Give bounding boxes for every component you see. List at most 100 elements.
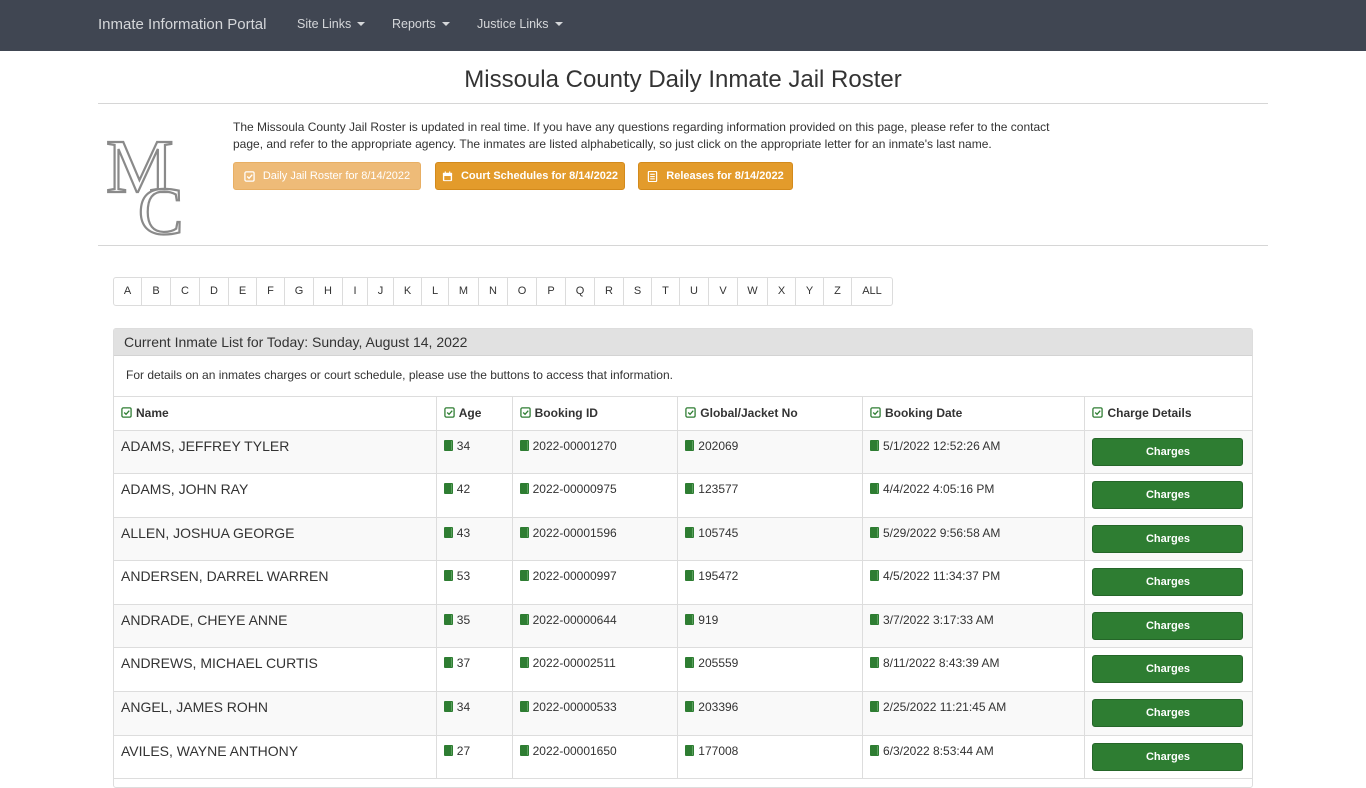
letter-link[interactable]: R xyxy=(595,278,624,305)
jacket-cell: 105745 xyxy=(677,517,863,562)
letter-link[interactable]: F xyxy=(257,278,285,305)
column-header[interactable]: Booking ID xyxy=(512,397,679,431)
letter-link[interactable]: Y xyxy=(796,278,824,305)
book-icon xyxy=(443,657,453,669)
jacket-value: 203396 xyxy=(698,700,739,715)
letter-link[interactable]: P xyxy=(537,278,566,305)
table-row: ANDRADE, CHEYE ANNE 35 2022-00000644 919… xyxy=(114,604,1252,649)
age-cell: 43 xyxy=(436,517,513,562)
court-schedules-label: Court Schedules for 8/14/2022 xyxy=(460,170,619,182)
age-cell: 35 xyxy=(436,604,513,649)
brand-link[interactable]: Inmate Information Portal xyxy=(98,16,266,33)
age-value: 53 xyxy=(456,569,471,584)
book-icon xyxy=(519,570,529,582)
letter-link[interactable]: T xyxy=(652,278,680,305)
letter-link[interactable]: X xyxy=(768,278,796,305)
charges-button[interactable]: Charges xyxy=(1092,481,1244,510)
letter-link[interactable]: J xyxy=(368,278,394,305)
svg-text:C: C xyxy=(138,173,183,240)
nav-site-links[interactable]: Site Links xyxy=(297,17,366,31)
booking-id-cell: 2022-00001596 xyxy=(512,517,679,562)
charges-button[interactable]: Charges xyxy=(1092,437,1244,466)
check-square-icon xyxy=(519,407,531,418)
nav-reports-label: Reports xyxy=(392,17,436,31)
intro-line: The Missoula County Jail Roster is updat… xyxy=(233,120,1050,134)
letter-link[interactable]: B xyxy=(142,278,171,305)
nav-justice-links[interactable]: Justice Links xyxy=(477,17,563,31)
letter-link[interactable]: D xyxy=(200,278,229,305)
book-icon xyxy=(685,657,695,669)
book-icon xyxy=(519,483,529,495)
inmate-name: ADAMS, JEFFREY TYLER xyxy=(114,430,437,475)
charges-button[interactable]: Charges xyxy=(1092,611,1244,640)
booking-id-value: 2022-00000644 xyxy=(532,612,617,627)
inmate-name: ADAMS, JOHN RAY xyxy=(114,473,437,518)
letter-link[interactable]: I xyxy=(343,278,368,305)
age-value: 34 xyxy=(456,700,471,715)
charge-cell: Charges xyxy=(1084,473,1252,518)
daily-roster-button[interactable]: Daily Jail Roster for 8/14/2022 xyxy=(233,162,421,190)
column-header-label: Name xyxy=(136,406,169,421)
letter-link[interactable]: E xyxy=(229,278,257,305)
book-icon xyxy=(443,439,453,451)
letter-link[interactable]: N xyxy=(479,278,508,305)
book-icon xyxy=(685,439,695,451)
jacket-cell: 202069 xyxy=(677,430,863,475)
column-header-label: Booking Date xyxy=(884,406,963,421)
book-icon xyxy=(685,570,695,582)
inmate-name: ANDREWS, MICHAEL CURTIS xyxy=(114,647,437,693)
letter-link[interactable]: Z xyxy=(824,278,852,305)
book-icon xyxy=(869,701,879,713)
letter-link[interactable]: Q xyxy=(566,278,595,305)
booking-id-cell: 2022-00000533 xyxy=(512,691,679,736)
panel-heading: Current Inmate List for Today: Sunday, A… xyxy=(114,329,1252,356)
column-header[interactable]: Age xyxy=(436,397,513,431)
charges-button[interactable]: Charges xyxy=(1092,655,1244,684)
letter-link[interactable]: M xyxy=(449,278,479,305)
letter-link[interactable]: S xyxy=(624,278,652,305)
charges-button[interactable]: Charges xyxy=(1092,699,1244,728)
age-value: 43 xyxy=(456,525,471,540)
nav-reports[interactable]: Reports xyxy=(392,17,450,31)
divider xyxy=(98,245,1268,246)
letter-link[interactable]: U xyxy=(680,278,709,305)
letter-link[interactable]: W xyxy=(738,278,768,305)
letter-link[interactable]: L xyxy=(422,278,449,305)
calendar-icon xyxy=(442,170,453,181)
booking-id-cell: 2022-00001650 xyxy=(512,735,679,780)
column-header[interactable]: Booking Date xyxy=(862,397,1086,431)
charge-cell: Charges xyxy=(1084,691,1252,736)
book-icon xyxy=(519,744,529,756)
charges-button[interactable]: Charges xyxy=(1092,742,1244,771)
letter-link[interactable]: C xyxy=(171,278,200,305)
jacket-value: 123577 xyxy=(698,482,739,497)
table-header-row: Name Age Booking ID Global/Jacket No Boo… xyxy=(114,397,1252,431)
table-row: ANDERSEN, DARREL WARREN 53 2022-00000997… xyxy=(114,560,1252,605)
book-icon xyxy=(443,613,453,625)
letter-link[interactable]: K xyxy=(394,278,422,305)
letter-link[interactable]: G xyxy=(285,278,314,305)
letter-link[interactable]: O xyxy=(508,278,537,305)
book-icon xyxy=(519,439,529,451)
nav-site-links-label: Site Links xyxy=(297,17,352,31)
charges-button[interactable]: Charges xyxy=(1092,524,1244,553)
letter-link[interactable]: H xyxy=(314,278,343,305)
caret-down-icon xyxy=(357,21,366,26)
court-schedules-button[interactable]: Court Schedules for 8/14/2022 xyxy=(435,162,625,190)
intro-line: page, and refer to the appropriate agenc… xyxy=(233,137,992,151)
letter-link[interactable]: A xyxy=(114,278,142,305)
letter-link[interactable]: V xyxy=(709,278,738,305)
age-value: 27 xyxy=(456,743,471,758)
age-value: 34 xyxy=(456,438,471,453)
column-header[interactable]: Name xyxy=(114,397,437,431)
charge-cell: Charges xyxy=(1084,560,1252,605)
column-header[interactable]: Global/Jacket No xyxy=(677,397,863,431)
letter-link-all[interactable]: ALL xyxy=(852,278,892,305)
column-header[interactable]: Charge Details xyxy=(1084,397,1252,431)
daily-roster-label: Daily Jail Roster for 8/14/2022 xyxy=(262,170,411,182)
booking-date-value: 5/1/2022 12:52:26 AM xyxy=(882,438,1001,453)
releases-button[interactable]: Releases for 8/14/2022 xyxy=(638,162,793,190)
check-square-icon xyxy=(121,407,132,418)
charges-button[interactable]: Charges xyxy=(1092,568,1244,597)
check-square-icon xyxy=(685,407,697,418)
